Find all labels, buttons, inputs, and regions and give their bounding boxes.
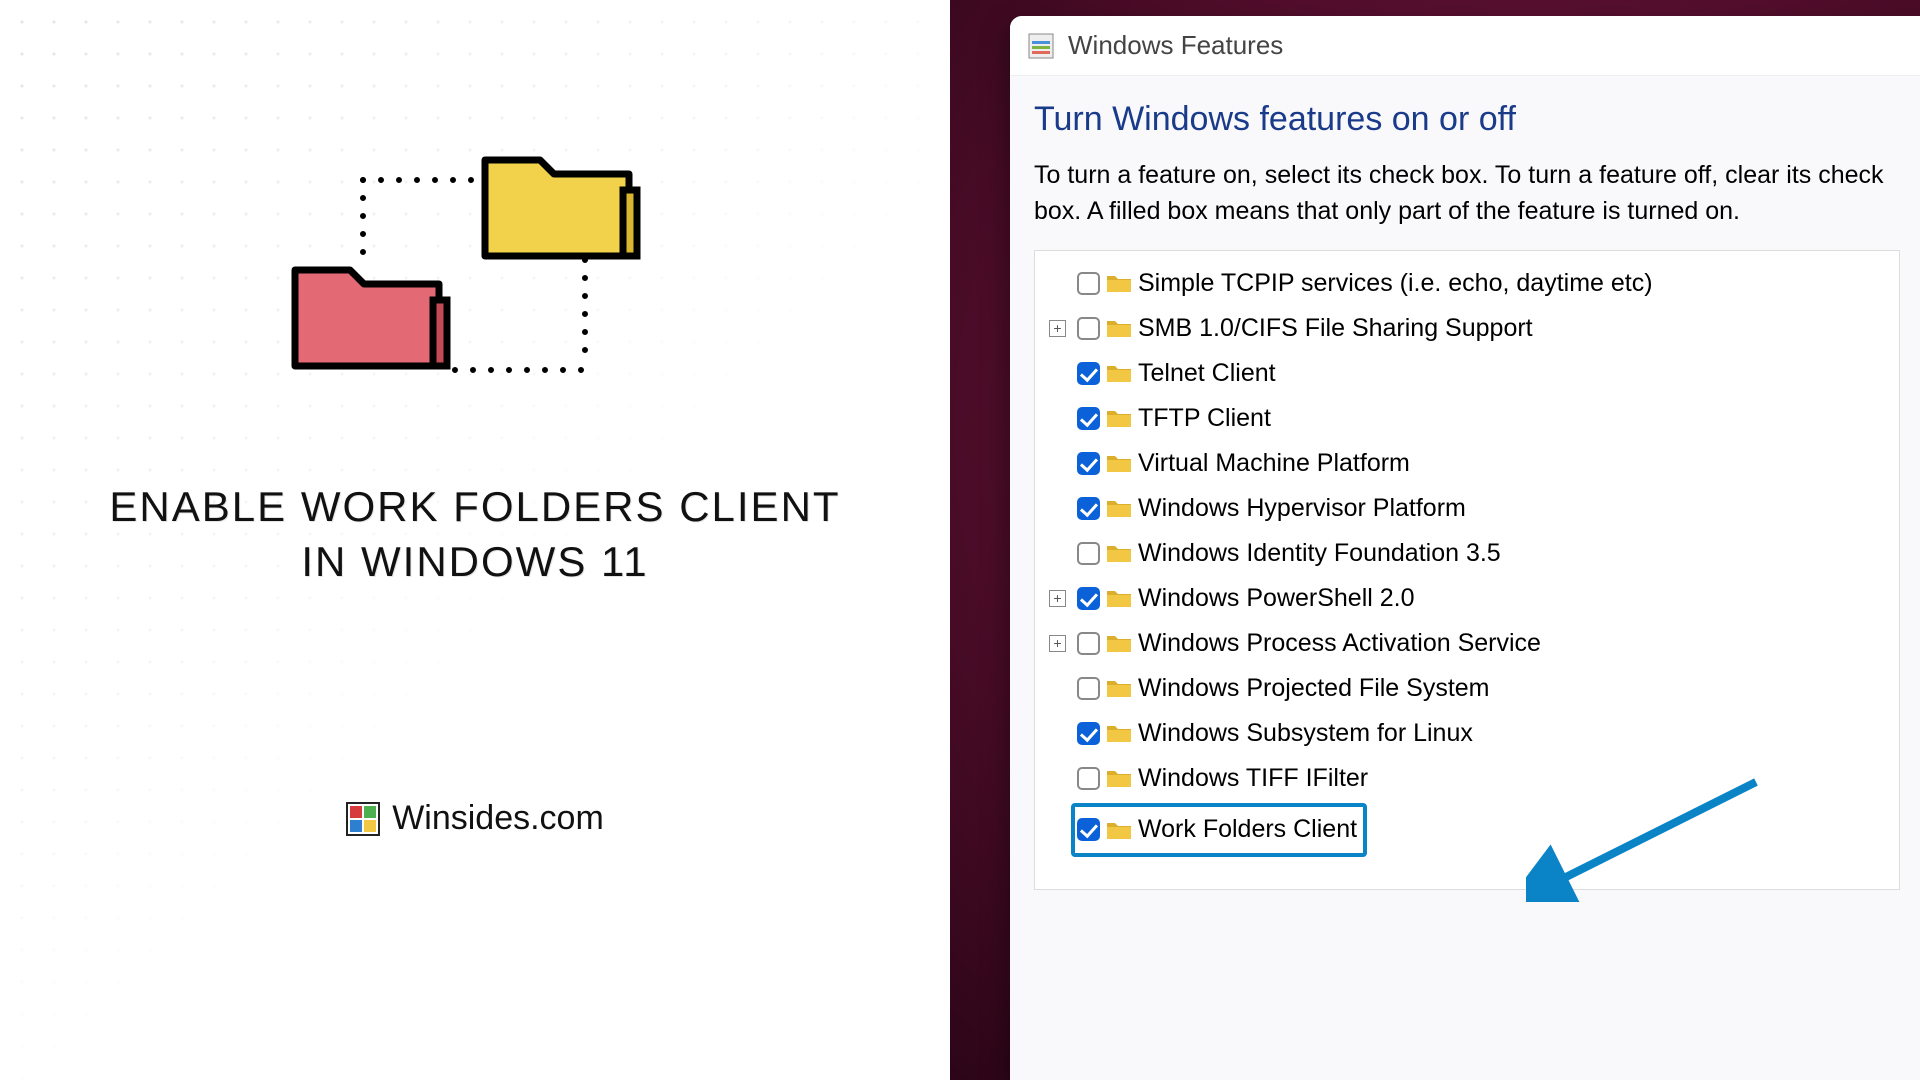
hero-folder-graphic <box>285 150 665 410</box>
feature-row[interactable]: Telnet Client <box>1043 351 1891 396</box>
feature-label: Windows Subsystem for Linux <box>1138 719 1473 748</box>
folder-red-icon <box>285 250 455 380</box>
dialog-description: To turn a feature on, select its check b… <box>1034 157 1900 230</box>
feature-checkbox[interactable] <box>1077 362 1100 385</box>
feature-checkbox[interactable] <box>1077 497 1100 520</box>
feature-label: Windows Identity Foundation 3.5 <box>1138 539 1501 568</box>
feature-checkbox[interactable] <box>1077 452 1100 475</box>
feature-row[interactable]: + Windows PowerShell 2.0 <box>1043 576 1891 621</box>
feature-checkbox[interactable] <box>1077 407 1100 430</box>
folder-icon <box>1106 632 1132 654</box>
feature-checkbox[interactable] <box>1077 818 1100 841</box>
feature-row[interactable]: Virtual Machine Platform <box>1043 441 1891 486</box>
folder-yellow-icon <box>475 140 645 270</box>
feature-row[interactable]: Windows Hypervisor Platform <box>1043 486 1891 531</box>
feature-label: Windows Process Activation Service <box>1138 629 1541 658</box>
dialog-content: Turn Windows features on or off To turn … <box>1010 76 1920 890</box>
feature-row[interactable]: Simple TCPIP services (i.e. echo, daytim… <box>1043 261 1891 306</box>
feature-checkbox[interactable] <box>1077 542 1100 565</box>
folder-icon <box>1106 819 1132 841</box>
feature-label: Work Folders Client <box>1138 815 1357 844</box>
expand-toggle[interactable]: + <box>1049 635 1066 652</box>
windows-features-dialog: Windows Features Turn Windows features o… <box>1010 16 1920 1080</box>
feature-row[interactable]: + Windows Process Activation Service <box>1043 621 1891 666</box>
feature-checkbox[interactable] <box>1077 587 1100 610</box>
feature-label: Windows Projected File System <box>1138 674 1490 703</box>
feature-checkbox[interactable] <box>1077 722 1100 745</box>
feature-row[interactable]: Windows Subsystem for Linux <box>1043 711 1891 756</box>
feature-label: TFTP Client <box>1138 404 1271 433</box>
folder-icon <box>1106 542 1132 564</box>
folder-icon <box>1106 407 1132 429</box>
feature-row[interactable]: Windows Identity Foundation 3.5 <box>1043 531 1891 576</box>
feature-label: Telnet Client <box>1138 359 1276 388</box>
feature-label: Virtual Machine Platform <box>1138 449 1410 478</box>
folder-icon <box>1106 587 1132 609</box>
dialog-heading: Turn Windows features on or off <box>1034 100 1900 139</box>
feature-label: Windows TIFF IFilter <box>1138 764 1368 793</box>
feature-label: Windows Hypervisor Platform <box>1138 494 1466 523</box>
folder-icon <box>1106 452 1132 474</box>
feature-row[interactable]: TFTP Client <box>1043 396 1891 441</box>
expand-toggle[interactable]: + <box>1049 320 1066 337</box>
dialog-titlebar[interactable]: Windows Features <box>1010 16 1920 76</box>
folder-icon <box>1106 677 1132 699</box>
feature-row[interactable]: + SMB 1.0/CIFS File Sharing Support <box>1043 306 1891 351</box>
feature-label: Simple TCPIP services (i.e. echo, daytim… <box>1138 269 1653 298</box>
dialog-title-icon <box>1028 33 1054 59</box>
folder-icon <box>1106 317 1132 339</box>
highlighted-feature: Work Folders Client <box>1071 803 1367 857</box>
expand-toggle[interactable]: + <box>1049 590 1066 607</box>
feature-checkbox[interactable] <box>1077 632 1100 655</box>
folder-icon <box>1106 722 1132 744</box>
folder-icon <box>1106 497 1132 519</box>
feature-checkbox[interactable] <box>1077 677 1100 700</box>
feature-row[interactable]: Windows Projected File System <box>1043 666 1891 711</box>
folder-icon <box>1106 362 1132 384</box>
feature-label: Windows PowerShell 2.0 <box>1138 584 1415 613</box>
article-hero-panel: ENABLE WORK FOLDERS CLIENT IN WINDOWS 11… <box>0 0 950 1080</box>
feature-label: SMB 1.0/CIFS File Sharing Support <box>1138 314 1533 343</box>
folder-icon <box>1106 272 1132 294</box>
annotation-arrow-icon <box>1526 772 1776 902</box>
folder-icon <box>1106 767 1132 789</box>
feature-checkbox[interactable] <box>1077 767 1100 790</box>
feature-checkbox[interactable] <box>1077 272 1100 295</box>
dialog-title-text: Windows Features <box>1068 30 1283 61</box>
feature-checkbox[interactable] <box>1077 317 1100 340</box>
